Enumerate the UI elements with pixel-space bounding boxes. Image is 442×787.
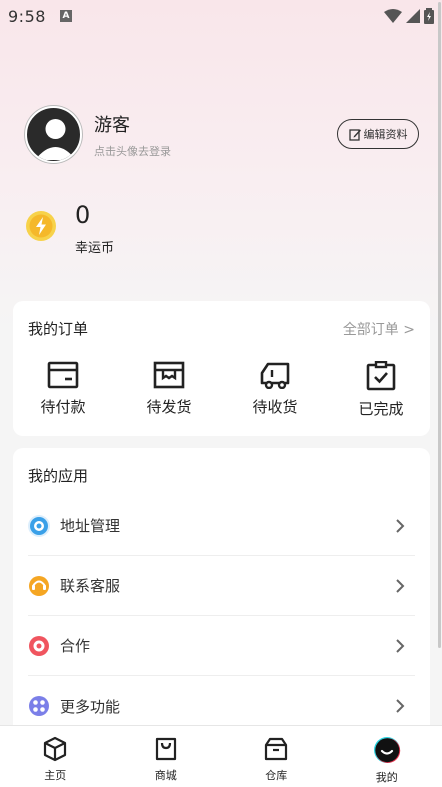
orders-card: 我的订单 全部订单 > 待付款 待发货 待收货 已完成 [13, 301, 430, 436]
tab-warehouse[interactable]: 仓库 [221, 726, 332, 787]
app-item-cooperation[interactable]: 合作 [28, 616, 415, 676]
edit-profile-button[interactable]: 编辑资料 [337, 119, 419, 149]
edit-profile-label: 编辑资料 [363, 128, 408, 141]
tab-mine[interactable]: 我的 [332, 726, 442, 787]
box-icon [265, 737, 288, 761]
address-icon [28, 514, 50, 537]
scrollbar[interactable] [438, 2, 441, 648]
apps-title: 我的应用 [28, 467, 89, 485]
more-icon [28, 695, 50, 717]
tab-home[interactable]: 主页 [0, 726, 111, 787]
avatar[interactable] [25, 106, 82, 163]
tab-label: 主页 [44, 769, 67, 782]
order-label: 待收货 [252, 398, 298, 416]
header-background [0, 0, 442, 330]
orders-title: 我的订单 [28, 320, 89, 338]
tab-label: 商城 [154, 769, 177, 782]
profile-section: 游客 点击头像去登录 [25, 106, 171, 163]
service-icon [28, 575, 50, 597]
battery-icon [424, 8, 434, 24]
app-item-label: 联系客服 [60, 577, 121, 595]
clipboard-check-icon [366, 361, 396, 391]
all-orders-link[interactable]: 全部订单 > [343, 319, 415, 339]
order-pending-receipt[interactable]: 待收货 [225, 361, 325, 417]
chevron-right-icon [396, 638, 405, 653]
status-time: 9:58 [8, 6, 46, 26]
lucky-coin-icon [26, 211, 56, 241]
bottom-tab-bar: 主页 商城 仓库 我的 [0, 725, 442, 787]
status-bar: 9:58 A [0, 0, 442, 32]
app-item-label: 地址管理 [60, 517, 121, 535]
profile-icon [373, 737, 400, 763]
order-pending-shipment[interactable]: 待发货 [119, 361, 219, 417]
app-item-address[interactable]: 地址管理 [28, 496, 415, 556]
cooperation-icon [28, 635, 50, 657]
apps-card: 我的应用 地址管理 联系客服 合作 更多功能 [13, 448, 430, 738]
chevron-right-icon [396, 578, 405, 593]
package-icon [153, 361, 185, 389]
notification-icon: A [59, 10, 72, 22]
truck-icon [260, 362, 290, 389]
signal-icon [406, 9, 420, 23]
order-label: 已完成 [358, 400, 404, 418]
order-label: 待发货 [146, 398, 192, 416]
order-pending-payment[interactable]: 待付款 [13, 361, 113, 417]
chevron-right-icon [396, 699, 405, 713]
wifi-icon [384, 9, 402, 23]
wallet-icon [47, 361, 79, 389]
coin-label: 幸运币 [75, 241, 115, 256]
login-hint[interactable]: 点击头像去登录 [94, 143, 171, 159]
app-item-label: 更多功能 [60, 697, 121, 716]
order-label: 待付款 [40, 398, 86, 416]
tab-label: 我的 [375, 771, 398, 784]
coin-count: 0 [75, 201, 91, 229]
cube-icon [44, 736, 67, 762]
tab-mall[interactable]: 商城 [111, 726, 222, 787]
edit-icon [348, 128, 361, 141]
profile-name: 游客 [94, 114, 130, 136]
chevron-right-icon [396, 518, 405, 533]
tab-label: 仓库 [265, 769, 288, 782]
order-completed[interactable]: 已完成 [331, 361, 431, 419]
app-item-customer-service[interactable]: 联系客服 [28, 556, 415, 616]
user-silhouette-icon [35, 119, 76, 160]
shopping-bag-icon [155, 737, 176, 761]
app-item-label: 合作 [60, 637, 91, 655]
status-icons [384, 8, 434, 24]
